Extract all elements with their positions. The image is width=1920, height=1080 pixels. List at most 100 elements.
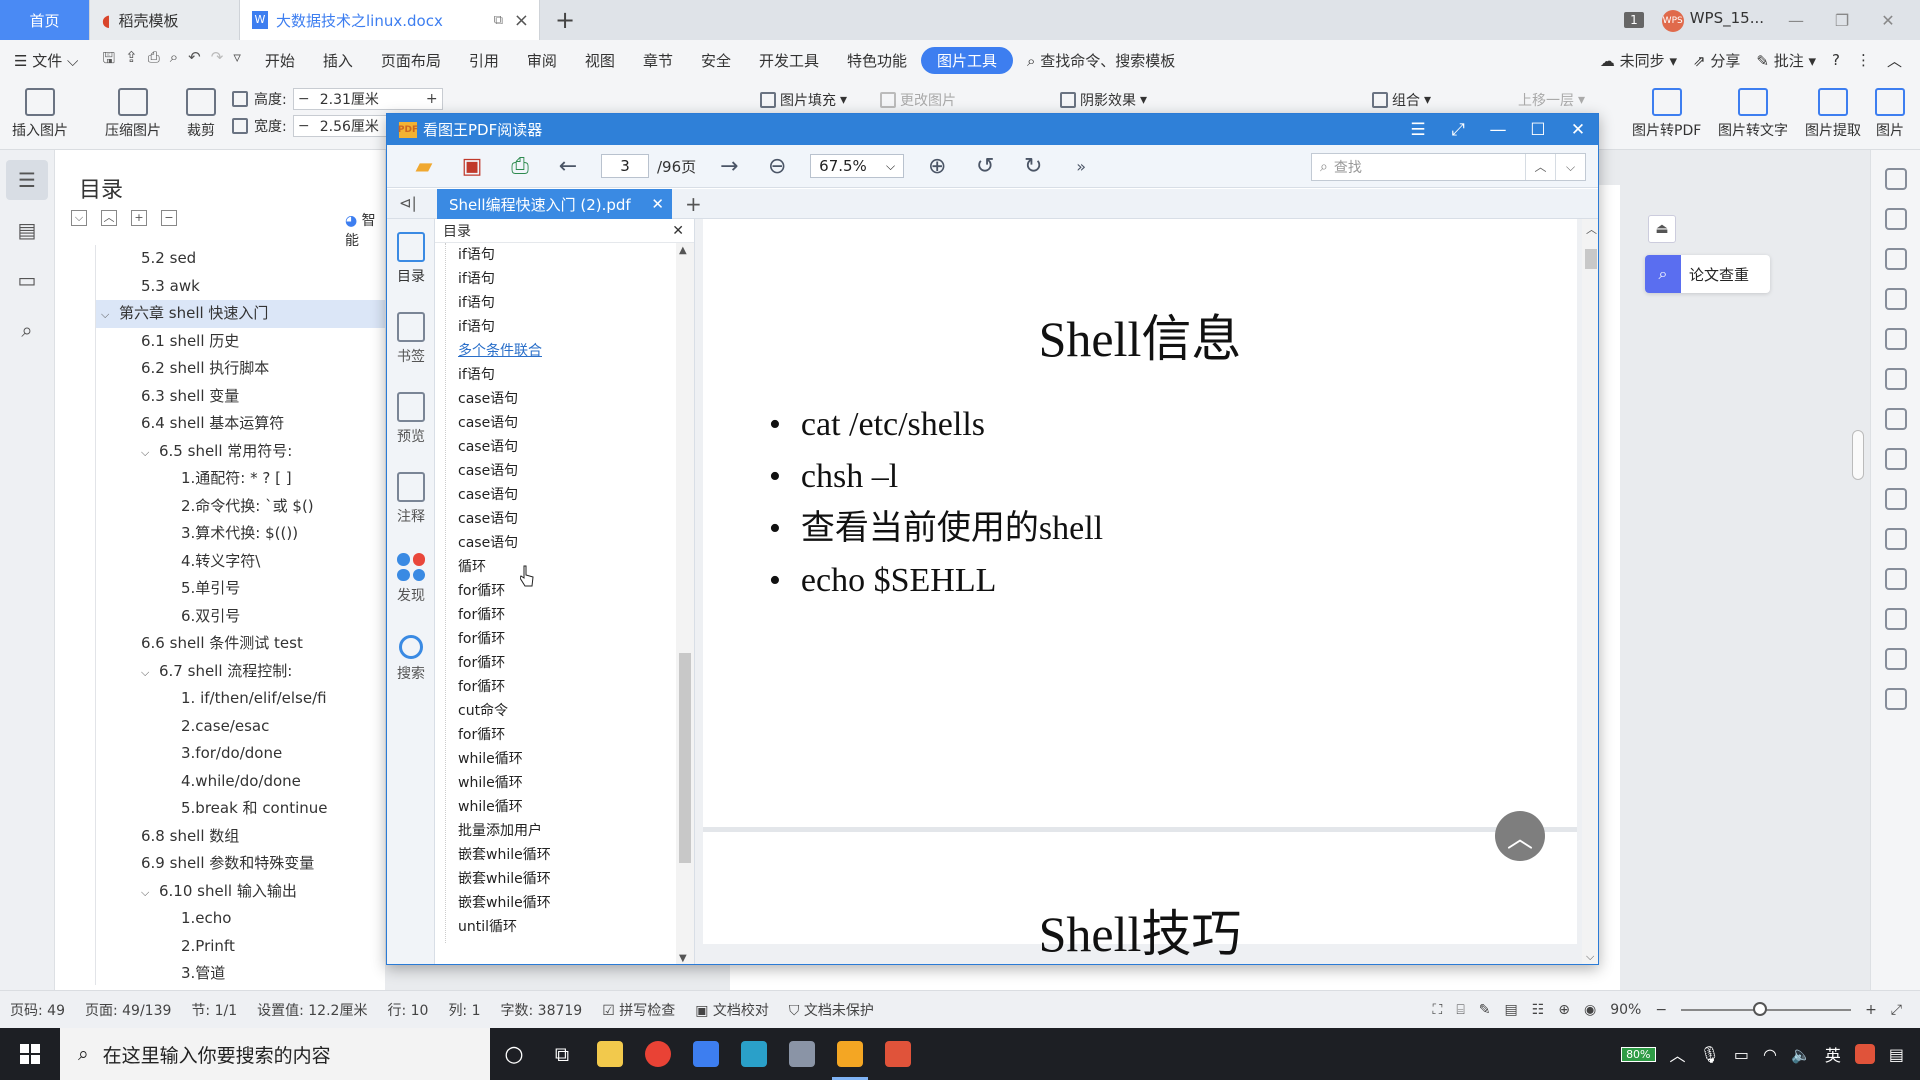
download-tool-icon[interactable]	[1884, 608, 1907, 630]
toc-item[interactable]: 1.通配符: * ? [ ]	[96, 465, 385, 493]
status-words[interactable]: 字数: 38719	[501, 1000, 583, 1020]
thesis-check-button[interactable]: ⌕ 论文查重	[1645, 255, 1770, 293]
toc-item[interactable]: 4.while/do/done	[96, 768, 385, 796]
read-mode-icon[interactable]: ⌸	[1456, 1002, 1464, 1018]
zoom-level[interactable]: 90%	[1610, 1002, 1641, 1018]
pages-nav-icon[interactable]: ▤	[6, 210, 48, 250]
wifi-icon[interactable]: ◠	[1763, 1045, 1777, 1064]
width-decrease[interactable]: −	[294, 118, 314, 134]
print-icon[interactable]: ⎙	[505, 152, 535, 180]
scroll-down-icon[interactable]: ⌵	[1586, 950, 1594, 964]
pen-icon[interactable]: ✎	[1479, 1002, 1491, 1018]
toc-item[interactable]: 5.3 awk	[96, 273, 385, 301]
pdf-scroll-thumb[interactable]	[1585, 249, 1597, 269]
collapse-sidebar-icon[interactable]: ⊲|	[399, 194, 417, 212]
outline-item[interactable]: for循环	[458, 627, 687, 651]
toc-item[interactable]: 6.2 shell 执行脚本	[96, 355, 385, 383]
image-tool-icon[interactable]	[1884, 448, 1907, 470]
side-bookmark-button[interactable]: 书签	[387, 299, 435, 379]
tray-expand-icon[interactable]: ︿	[1670, 1042, 1686, 1066]
toc-item[interactable]: 3.算术代换: $(())	[96, 520, 385, 548]
more-icon[interactable]: ⋮	[1856, 51, 1871, 69]
menu-layout[interactable]: 页面布局	[367, 50, 455, 71]
wps-writer-icon[interactable]	[682, 1028, 730, 1080]
save-icon[interactable]: ▣	[457, 152, 487, 180]
chevron-down-icon[interactable]: ⌵	[101, 301, 119, 329]
outline-item[interactable]: cut命令	[458, 699, 687, 723]
side-search-button[interactable]: 搜索	[387, 619, 435, 699]
pdf-reader-taskbar-icon[interactable]	[826, 1028, 874, 1080]
file-explorer-icon[interactable]	[586, 1028, 634, 1080]
menu-view[interactable]: 视图	[571, 50, 629, 71]
command-search[interactable]: ⌕ 查找命令、搜索模板	[1013, 50, 1189, 71]
picture-fill-button[interactable]: 图片填充 ▾	[760, 90, 847, 110]
close-tab-icon[interactable]: ✕	[651, 195, 664, 213]
more-quick-icon[interactable]: ▿	[233, 48, 241, 73]
bookmark-nav-icon[interactable]: ▭	[6, 260, 48, 300]
zoom-slider[interactable]	[1681, 1001, 1852, 1016]
eye-care-icon[interactable]: ◉	[1584, 1002, 1596, 1018]
outline-item[interactable]: 嵌套while循环	[458, 867, 687, 891]
picture-to-text-button[interactable]: 图片转文字	[1718, 88, 1788, 140]
back-to-top-button[interactable]: ︿	[1495, 811, 1545, 861]
help-tool-icon[interactable]	[1884, 688, 1907, 710]
select-tool-icon[interactable]	[1884, 208, 1907, 230]
toc-item[interactable]: 4.转义字符\	[96, 548, 385, 576]
chevron-down-icon[interactable]: ⌵	[141, 659, 159, 687]
web-view-icon[interactable]: ⊕	[1558, 1002, 1570, 1018]
insert-picture-button[interactable]: 插入图片	[12, 88, 68, 140]
toc-item[interactable]: 2.Prinft	[96, 933, 385, 961]
shadow-effect-button[interactable]: 阴影效果 ▾	[1060, 90, 1147, 110]
more-tools-icon[interactable]: »	[1066, 152, 1096, 180]
float-window-icon[interactable]: ⧉	[494, 13, 503, 28]
minimize-icon[interactable]: —	[1782, 11, 1810, 30]
window-count-badge[interactable]: 1	[1624, 12, 1644, 28]
chevron-down-icon[interactable]: ⌵	[141, 439, 159, 467]
side-outline-button[interactable]: 目录	[387, 219, 435, 299]
toc-item[interactable]: 6.1 shell 历史	[96, 328, 385, 356]
menu-review[interactable]: 审阅	[513, 50, 571, 71]
toc-item[interactable]: ⌵ 6.5 shell 常用符号:	[96, 438, 385, 466]
cortana-icon[interactable]: ○	[490, 1028, 538, 1080]
remove-heading-icon[interactable]: −	[161, 210, 177, 226]
restore-icon[interactable]: ❐	[1828, 11, 1856, 30]
toc-item[interactable]: 6.3 shell 变量	[96, 383, 385, 411]
fullscreen-icon[interactable]: ⛶	[1433, 1002, 1443, 1018]
outline-item[interactable]: if语句	[458, 291, 687, 315]
share-button[interactable]: ⇗ 分享	[1693, 50, 1740, 71]
picture-more-button[interactable]: 图片	[1875, 88, 1905, 140]
fit-page-icon[interactable]: ⤢	[1891, 1002, 1902, 1018]
outline-item[interactable]: for循环	[458, 603, 687, 627]
height-increase[interactable]: +	[422, 91, 442, 107]
outline-item[interactable]: 多个条件联合	[458, 339, 687, 363]
close-icon[interactable]: ✕	[1874, 11, 1902, 30]
outline-item[interactable]: if语句	[458, 315, 687, 339]
share-tool-icon[interactable]	[1884, 488, 1907, 510]
minimize-icon[interactable]: —	[1478, 120, 1518, 140]
toc-item[interactable]: ⌵ 6.7 shell 流程控制:	[96, 658, 385, 686]
picture-extract-button[interactable]: 图片提取	[1805, 88, 1861, 140]
menu-reference[interactable]: 引用	[455, 50, 513, 71]
maximize-icon[interactable]: ☐	[1518, 120, 1558, 140]
start-button[interactable]	[0, 1028, 60, 1080]
protect-status[interactable]: ⛉ 文档未保护	[789, 1000, 874, 1020]
zoom-slider-knob[interactable]	[1753, 1001, 1768, 1016]
ime-indicator[interactable]: 英	[1825, 1042, 1841, 1066]
crop-button[interactable]: 裁剪	[186, 88, 216, 140]
toc-item[interactable]: 5.单引号	[96, 575, 385, 603]
side-preview-button[interactable]: 预览	[387, 379, 435, 459]
help-icon[interactable]: ?	[1832, 51, 1840, 69]
notification-icon[interactable]: ▤	[1889, 1045, 1904, 1064]
menu-developer[interactable]: 开发工具	[745, 50, 833, 71]
picture-to-pdf-button[interactable]: 图片转PDF	[1632, 88, 1701, 140]
outline-item[interactable]: if语句	[458, 267, 687, 291]
outline-item[interactable]: case语句	[458, 531, 687, 555]
outline-view-icon[interactable]: ☷	[1532, 1002, 1545, 1018]
file-menu[interactable]: ☰ 文件 ⌵	[0, 50, 92, 71]
proofread-button[interactable]: ▣ 文档校对	[695, 1000, 769, 1020]
outline-scroll-thumb[interactable]	[679, 653, 691, 863]
gallery-tool-icon[interactable]	[1884, 568, 1907, 590]
table-tool-icon[interactable]	[1884, 328, 1907, 350]
smart-toc-button[interactable]: ◕ 智能	[345, 210, 385, 250]
rotate-right-icon[interactable]: ↻	[1018, 152, 1048, 180]
